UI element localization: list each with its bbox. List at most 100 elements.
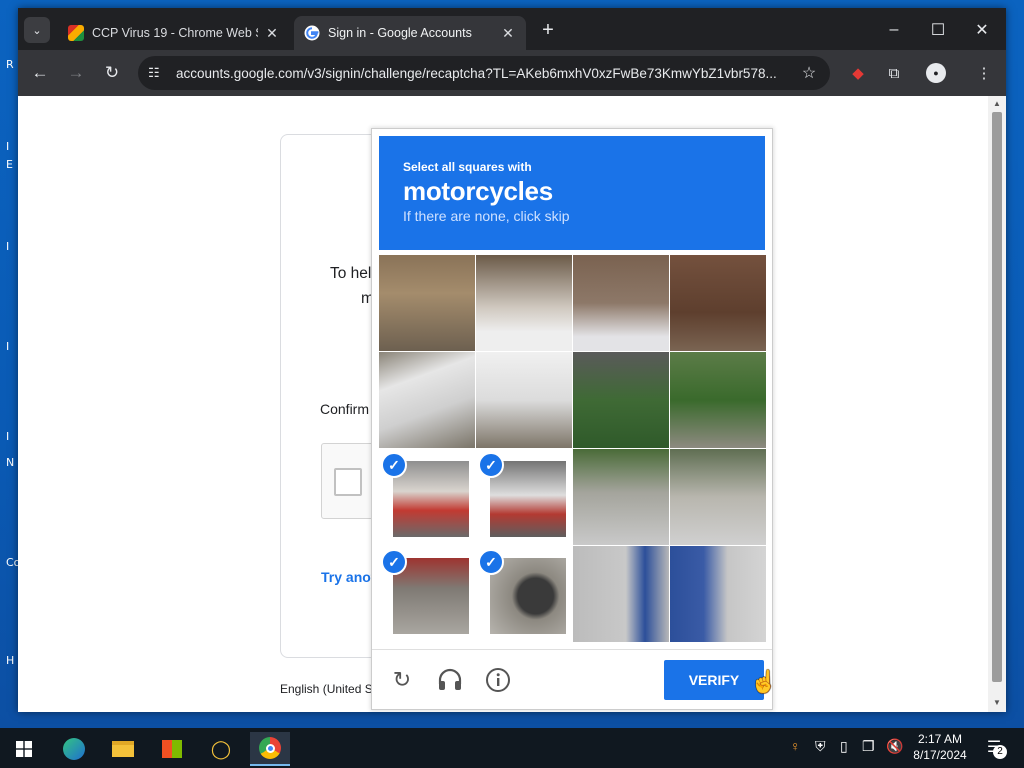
tile-image xyxy=(476,255,572,351)
notification-center-icon[interactable]: ☰ 2 xyxy=(983,737,1007,759)
tile-image xyxy=(573,255,669,351)
captcha-tile[interactable] xyxy=(670,449,766,545)
confirm-label: Confirm xyxy=(320,401,370,417)
info-icon[interactable] xyxy=(484,666,512,694)
start-windows-icon[interactable] xyxy=(4,732,44,766)
scroll-down-icon[interactable]: ▼ xyxy=(992,698,1002,707)
tile-image xyxy=(573,449,669,545)
check-icon: ✓ xyxy=(478,452,504,478)
usb-tray-icon[interactable]: ▯ xyxy=(840,738,848,755)
tab-title: CCP Virus 19 - Chrome Web Sto xyxy=(92,26,258,40)
captcha-tile[interactable] xyxy=(670,352,766,448)
tab-strip: ⌄ CCP Virus 19 - Chrome Web Sto ✕ Sign i… xyxy=(18,8,1006,50)
tile-image xyxy=(670,352,766,448)
captcha-target: motorcycles xyxy=(403,176,553,206)
recaptcha-checkbox[interactable] xyxy=(334,468,362,496)
store-icon[interactable] xyxy=(152,732,192,766)
close-window-icon[interactable]: ✕ xyxy=(962,16,1002,44)
try-another-way-link[interactable]: Try anot xyxy=(321,569,375,585)
captcha-tile[interactable] xyxy=(476,255,572,351)
scrollbar-thumb[interactable] xyxy=(992,112,1002,682)
signin-text-line1: To hel xyxy=(330,265,372,282)
reload-icon[interactable]: ↻ xyxy=(388,666,416,694)
menu-dots-icon[interactable]: ⋮ xyxy=(972,61,996,85)
taskbar: ◯ ♀ ⛨ ▯ ❐ 🔇 2:17 AM 8/17/2024 ☰ 2 xyxy=(0,728,1024,768)
desktop-icon-label[interactable]: I xyxy=(6,240,9,253)
system-clock[interactable]: 2:17 AM 8/17/2024 xyxy=(906,731,974,763)
captcha-tile[interactable] xyxy=(379,255,475,351)
verify-button[interactable]: VERIFY xyxy=(664,660,764,700)
tab-close-icon[interactable]: ✕ xyxy=(500,25,516,42)
captcha-header: Select all squares with motorcycles If t… xyxy=(379,136,765,250)
address-url[interactable]: accounts.google.com/v3/signin/challenge/… xyxy=(176,66,798,81)
browser-toolbar: ← → ↻ ☷ accounts.google.com/v3/signin/ch… xyxy=(18,50,1006,96)
edge-icon[interactable] xyxy=(54,732,94,766)
captcha-tile-selected[interactable]: ✓ xyxy=(379,449,475,545)
mouse-pointer-hand-icon: ☝ xyxy=(750,669,778,694)
extension-pin-icon[interactable]: ◆ xyxy=(846,61,870,85)
captcha-tile[interactable] xyxy=(670,546,766,642)
recaptcha-challenge: Select all squares with motorcycles If t… xyxy=(371,128,777,710)
captcha-grid: ✓ ✓ ✓ ✓ xyxy=(379,255,767,643)
captcha-tile-selected[interactable]: ✓ xyxy=(476,449,572,545)
captcha-tile[interactable] xyxy=(573,546,669,642)
captcha-tile-selected[interactable]: ✓ xyxy=(476,546,572,642)
captcha-tile[interactable] xyxy=(379,352,475,448)
site-info-icon[interactable]: ☷ xyxy=(148,65,170,81)
captcha-tile[interactable] xyxy=(573,255,669,351)
captcha-tile[interactable] xyxy=(573,352,669,448)
profile-avatar-icon[interactable]: ● xyxy=(924,61,948,85)
back-arrow-icon[interactable]: ← xyxy=(28,61,52,85)
captcha-tile[interactable] xyxy=(573,449,669,545)
file-explorer-icon[interactable] xyxy=(103,732,143,766)
notification-count: 2 xyxy=(993,745,1007,759)
network-icon[interactable]: ❐ xyxy=(862,738,875,755)
tab-chrome-web-store[interactable]: CCP Virus 19 - Chrome Web Sto ✕ xyxy=(58,16,290,50)
app-ring-icon[interactable]: ◯ xyxy=(201,732,241,766)
forward-arrow-icon[interactable]: → xyxy=(64,61,88,85)
desktop-icon-label[interactable]: I xyxy=(6,140,9,153)
tile-image xyxy=(670,255,766,351)
address-bar[interactable]: ☷ accounts.google.com/v3/signin/challeng… xyxy=(138,56,830,90)
maximize-icon[interactable]: ☐ xyxy=(918,16,958,44)
desktop-icon-label[interactable]: E xyxy=(6,158,13,171)
tab-close-icon[interactable]: ✕ xyxy=(264,25,280,42)
captcha-tile[interactable] xyxy=(670,255,766,351)
captcha-footer: ↻ VERIFY xyxy=(372,649,772,709)
check-icon: ✓ xyxy=(381,549,407,575)
reload-icon[interactable]: ↻ xyxy=(100,61,124,85)
tab-title: Sign in - Google Accounts xyxy=(328,26,472,40)
captcha-tile-selected[interactable]: ✓ xyxy=(379,546,475,642)
tab-google-signin[interactable]: Sign in - Google Accounts ✕ xyxy=(294,16,526,50)
tile-image xyxy=(670,546,766,642)
check-icon: ✓ xyxy=(381,452,407,478)
volume-muted-icon[interactable]: 🔇 xyxy=(886,738,903,755)
desktop-icon-label[interactable]: R xyxy=(6,58,14,71)
desktop-icon-label[interactable]: I xyxy=(6,430,9,443)
page-scrollbar[interactable]: ▲ ▼ xyxy=(988,96,1006,712)
page-content: To hel m Confirm Try anot English (Unite… xyxy=(18,96,988,712)
desktop-icon-label[interactable]: I xyxy=(6,340,9,353)
extensions-puzzle-icon[interactable]: ⧉ xyxy=(882,61,906,85)
google-g-icon xyxy=(304,25,320,41)
tab-search-icon[interactable]: ⌄ xyxy=(24,17,50,43)
audio-icon[interactable] xyxy=(436,666,464,694)
minimize-icon[interactable]: – xyxy=(874,16,914,44)
new-tab-icon[interactable]: + xyxy=(537,19,559,41)
bookmark-star-icon[interactable]: ☆ xyxy=(798,63,820,83)
desktop-icon-label[interactable]: H xyxy=(6,654,14,667)
key-tray-icon[interactable]: ♀ xyxy=(790,738,801,754)
chrome-icon[interactable] xyxy=(250,732,290,766)
chrome-web-store-icon xyxy=(68,25,84,41)
tile-image xyxy=(476,352,572,448)
check-icon: ✓ xyxy=(478,549,504,575)
scroll-up-icon[interactable]: ▲ xyxy=(992,99,1002,108)
desktop-icon-label[interactable]: N xyxy=(6,456,14,469)
captcha-tile[interactable] xyxy=(476,352,572,448)
tile-image xyxy=(670,449,766,545)
tile-image xyxy=(379,352,475,448)
tile-image xyxy=(573,546,669,642)
tile-image xyxy=(379,255,475,351)
security-shield-icon[interactable]: ⛨ xyxy=(815,738,826,755)
language-selector[interactable]: English (United S xyxy=(280,682,373,696)
